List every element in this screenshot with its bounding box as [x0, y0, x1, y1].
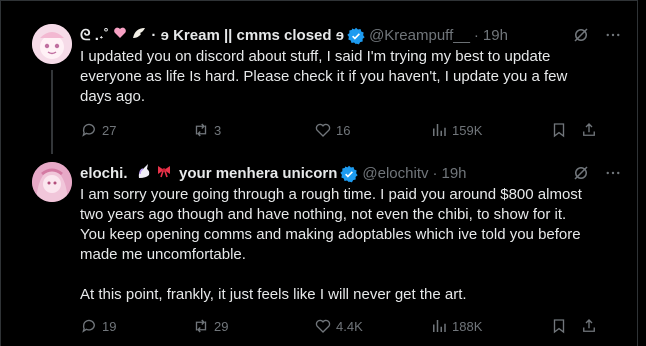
- avatar-image: [32, 24, 72, 64]
- timestamp[interactable]: 19h: [483, 26, 508, 46]
- heart-icon: [315, 123, 331, 137]
- reply-count: 19: [102, 318, 117, 334]
- like-count: 4.4K: [336, 318, 363, 334]
- tweet-header: elochi. your menhera unicorn @elochitv ·…: [80, 164, 622, 184]
- grok-icon[interactable]: [572, 26, 590, 50]
- repost-icon: [195, 123, 207, 137]
- action-bar: 19 29 4.4K 188K: [80, 316, 622, 336]
- like-button[interactable]: 16: [314, 121, 350, 139]
- separator-dot: ·: [473, 27, 479, 44]
- display-name[interactable]: elochi. your menhera unicorn: [80, 163, 337, 185]
- tweet-text: I updated you on discord about stuff, I …: [80, 48, 568, 105]
- share-icon: [583, 319, 595, 332]
- views-button[interactable]: 159K: [430, 121, 482, 139]
- bookmark-button[interactable]: [550, 317, 568, 335]
- more-options-icon[interactable]: [604, 164, 622, 188]
- tweet-header: ᘓ .˖˚ · ɘ Kream || cmms closed ɘ @Kreamp…: [80, 26, 622, 46]
- tweet-text: I am sorry youre going through a rough t…: [80, 186, 582, 303]
- views-chart-icon: [433, 320, 446, 332]
- views-button[interactable]: 188K: [430, 317, 482, 335]
- repost-button[interactable]: 29: [192, 317, 228, 335]
- wing-emoji-icon: [131, 26, 147, 46]
- display-name[interactable]: ᘓ .˖˚ · ɘ Kream || cmms closed ɘ: [80, 26, 344, 46]
- heart-emoji-icon: [113, 26, 127, 46]
- heart-icon: [315, 319, 331, 333]
- bookmark-icon: [553, 123, 565, 138]
- handle[interactable]: @Kreampuff__: [369, 26, 470, 46]
- verified-badge-icon[interactable]: [347, 27, 365, 45]
- views-chart-icon: [433, 124, 446, 136]
- views-count: 159K: [452, 122, 483, 138]
- tweet-kream[interactable]: ᘓ .˖˚ · ɘ Kream || cmms closed ɘ @Kreamp…: [0, 0, 638, 154]
- unicorn-emoji-icon: [136, 163, 152, 185]
- tweet-elochi[interactable]: elochi. your menhera unicorn @elochitv ·…: [0, 150, 638, 346]
- share-button[interactable]: [580, 121, 598, 139]
- repost-count: 29: [214, 318, 229, 334]
- timestamp[interactable]: 19h: [442, 164, 467, 184]
- ribbon-emoji-icon: [156, 164, 172, 184]
- bookmark-icon: [553, 319, 565, 334]
- reply-icon: [82, 319, 95, 333]
- handle[interactable]: @elochitv: [362, 164, 428, 184]
- reply-button[interactable]: 27: [80, 121, 116, 139]
- avatar-image: [32, 162, 72, 202]
- share-button[interactable]: [580, 317, 598, 335]
- views-count: 188K: [452, 318, 483, 334]
- reply-icon: [82, 123, 95, 137]
- verified-badge-icon[interactable]: [340, 165, 359, 183]
- reply-count: 27: [102, 122, 117, 138]
- reply-button[interactable]: 19: [80, 317, 116, 335]
- grok-icon[interactable]: [572, 164, 590, 188]
- like-count: 16: [336, 122, 351, 138]
- avatar[interactable]: [32, 24, 72, 64]
- avatar[interactable]: [32, 162, 72, 202]
- repost-count: 3: [214, 122, 222, 138]
- separator-dot: ·: [432, 165, 438, 182]
- repost-button[interactable]: 3: [192, 121, 221, 139]
- thread-line: [51, 70, 53, 154]
- bookmark-button[interactable]: [550, 121, 568, 139]
- action-bar: 27 3 16 159K: [80, 120, 622, 140]
- repost-icon: [195, 319, 207, 333]
- more-options-icon[interactable]: [604, 26, 622, 50]
- like-button[interactable]: 4.4K: [314, 317, 363, 335]
- share-icon: [583, 123, 595, 136]
